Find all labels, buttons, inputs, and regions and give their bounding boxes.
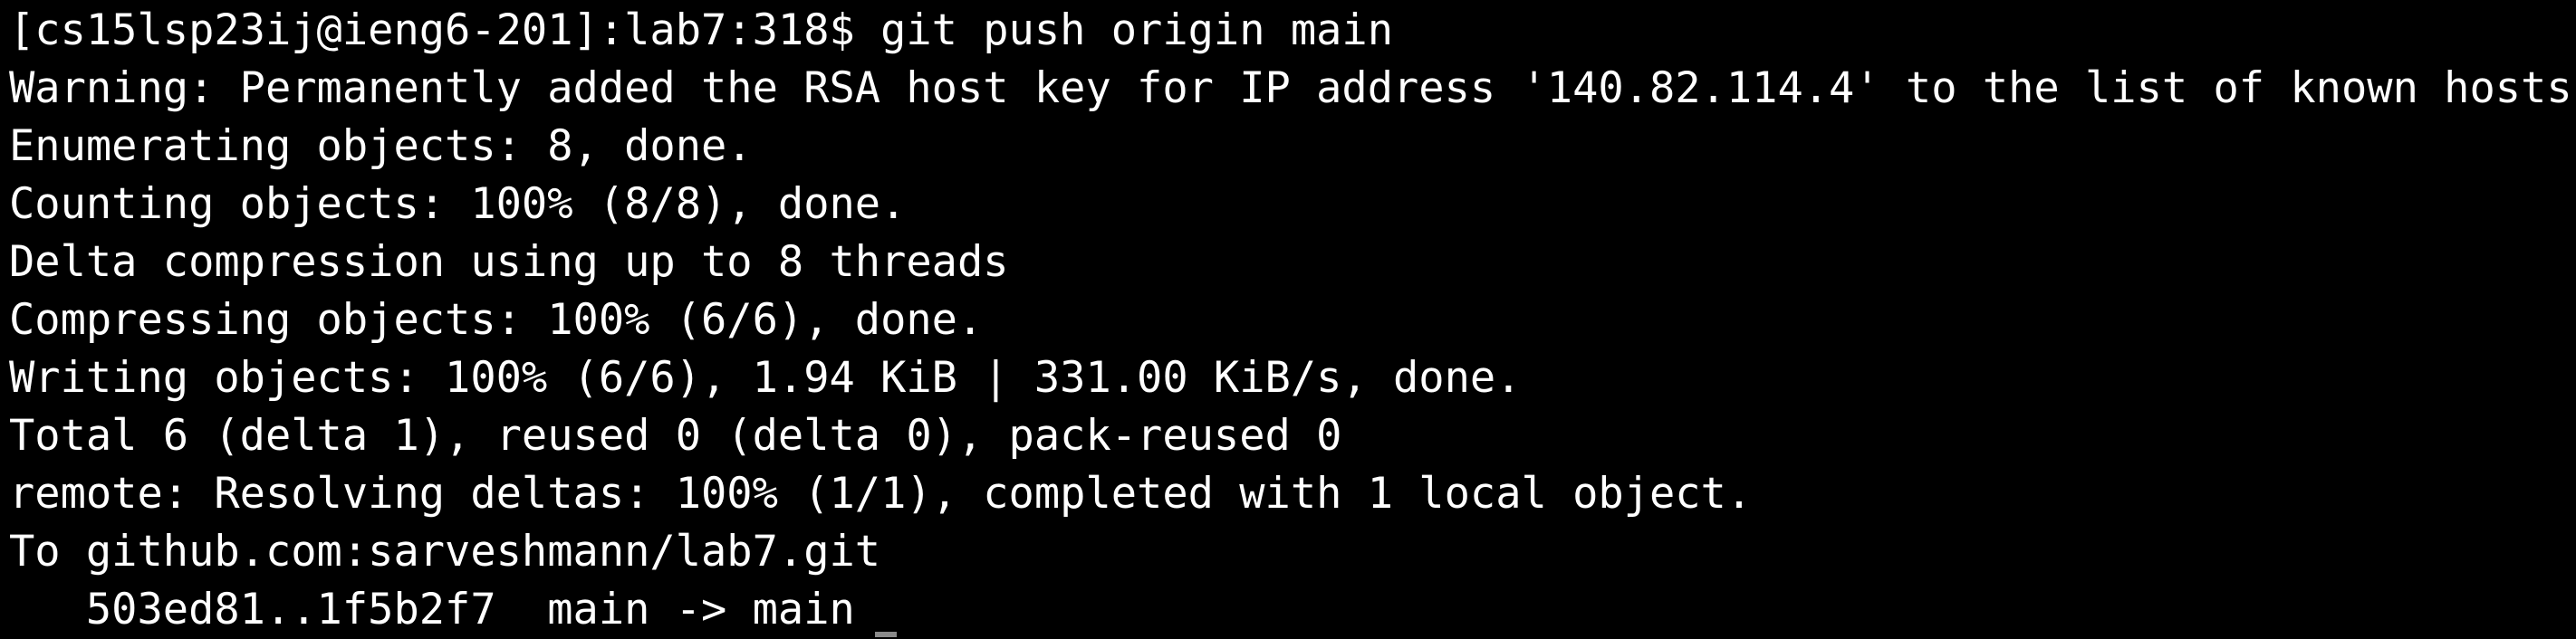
prompt-command-line: [cs15lsp23ij@ieng6-201]:lab7:318$ git pu… [9,5,1394,55]
terminal-window[interactable]: [cs15lsp23ij@ieng6-201]:lab7:318$ git pu… [0,0,2576,637]
output-enumerating-line: Enumerating objects: 8, done. [9,121,753,171]
output-warning-line: Warning: Permanently added the RSA host … [9,63,2576,113]
output-writing-line: Writing objects: 100% (6/6), 1.94 KiB | … [9,353,1522,403]
output-remote-line: remote: Resolving deltas: 100% (1/1), co… [9,469,1753,519]
output-total-line: Total 6 (delta 1), reused 0 (delta 0), p… [9,411,1342,461]
text-cursor [875,632,897,637]
output-to-line: To github.com:sarveshmann/lab7.git [9,527,881,577]
output-compressing-line: Compressing objects: 100% (6/6), done. [9,295,984,345]
output-delta-compression-line: Delta compression using up to 8 threads [9,237,1009,287]
output-counting-line: Counting objects: 100% (8/8), done. [9,179,907,229]
output-branch-update-line: 503ed81..1f5b2f7 main -> main [9,585,855,634]
